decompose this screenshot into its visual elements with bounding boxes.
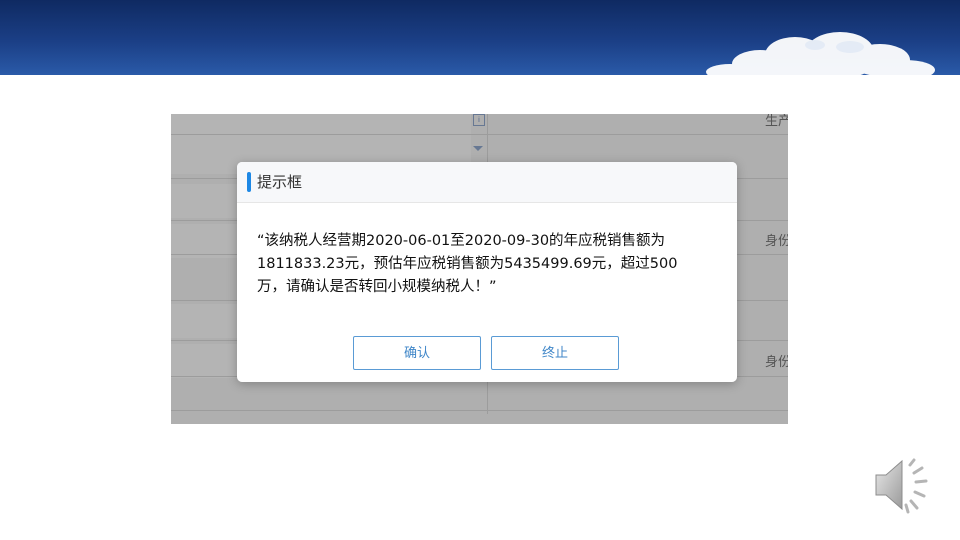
dialog-message: “该纳税人经营期2020-06-01至2020-09-30的年应税销售额为 18… bbox=[257, 230, 727, 299]
slide-banner bbox=[0, 0, 960, 75]
message-line: 1811833.23元，预估年应税销售额为5435499.69元，超过500 bbox=[257, 256, 678, 272]
message-line: 万，请确认是否转回小规模纳税人！” bbox=[257, 279, 497, 295]
speaker-icon[interactable] bbox=[872, 455, 936, 519]
stop-button[interactable]: 终止 bbox=[491, 336, 619, 370]
dialog-title: 提示框 bbox=[257, 173, 303, 191]
prompt-dialog: 提示框 “该纳税人经营期2020-06-01至2020-09-30的年应税销售额… bbox=[237, 162, 737, 382]
confirm-button[interactable]: 确认 bbox=[353, 336, 481, 370]
header-accent-bar bbox=[247, 172, 251, 192]
message-line: “该纳税人经营期2020-06-01至2020-09-30的年应税销售额为 bbox=[257, 233, 666, 249]
app-screenshot: i 生产 身份 身份 提示框 “该纳税人经营期2020-06-01至2020-0… bbox=[171, 114, 788, 424]
dialog-header: 提示框 bbox=[237, 162, 737, 203]
cloud-icon bbox=[706, 32, 935, 75]
